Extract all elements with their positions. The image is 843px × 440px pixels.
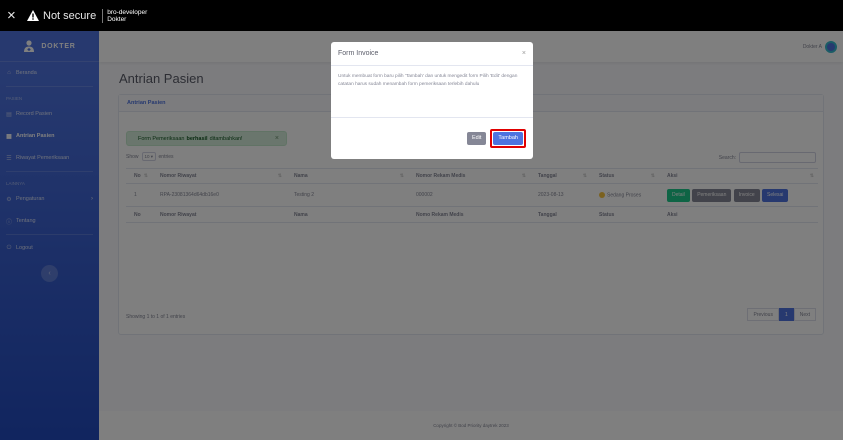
- modal-body: Untuk membuat form baru pilih 'Tambah' d…: [331, 66, 533, 118]
- security-label[interactable]: Not secure: [43, 10, 96, 22]
- edit-button[interactable]: Edit: [466, 131, 487, 145]
- url-line-2: Dokter: [107, 15, 127, 23]
- address-bar[interactable]: bro-developer Dokter: [107, 9, 147, 23]
- invoice-modal: Form Invoice × Untuk membuat form baru p…: [331, 42, 533, 159]
- warning-icon: [27, 10, 39, 22]
- modal-footer: Edit Tambah: [331, 118, 533, 158]
- tambah-button[interactable]: Tambah: [493, 131, 523, 145]
- close-icon[interactable]: ×: [7, 7, 23, 24]
- browser-bar: × Not secure bro-developer Dokter: [0, 0, 843, 31]
- modal-title: Form Invoice: [338, 50, 379, 57]
- close-icon[interactable]: ×: [522, 50, 526, 57]
- modal-header: Form Invoice ×: [331, 42, 533, 66]
- url-line-1: bro-developer: [107, 8, 148, 16]
- divider: [102, 8, 104, 23]
- tambah-highlight: Tambah: [490, 128, 526, 148]
